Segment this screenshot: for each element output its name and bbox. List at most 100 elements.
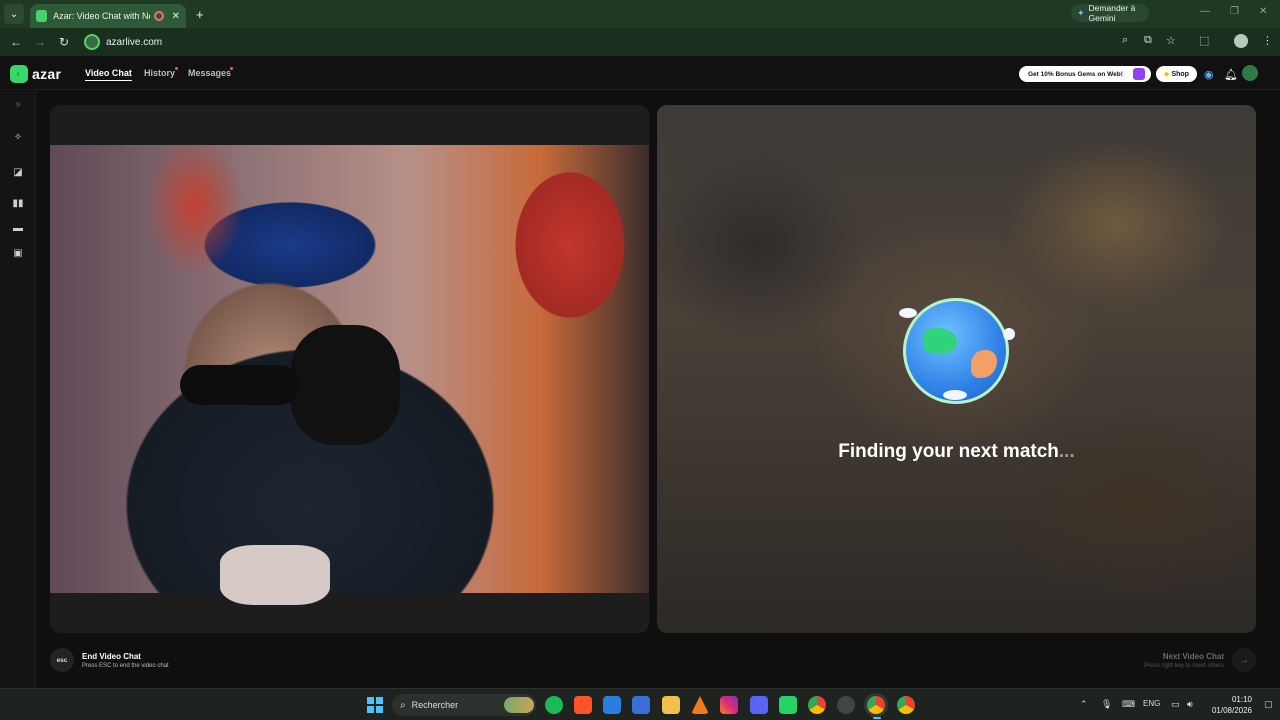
vlc-icon[interactable] [691, 696, 709, 714]
restore-icon[interactable]: ❐ [1230, 6, 1239, 17]
tab-title: Azar: Video Chat with New [53, 11, 151, 21]
menu-kebab-icon[interactable]: ⋮ [1262, 34, 1273, 47]
minimize-icon[interactable]: — [1200, 6, 1210, 17]
windows-taskbar: ⌕ Rechercher ⌃ 🎙︎ ⌨ ENG ▭ 🔊︎ 01:10 01/08… [0, 688, 1280, 720]
close-window-icon[interactable]: ✕ [1259, 6, 1267, 17]
search-label: Rechercher [411, 700, 459, 710]
search-highlight-image [504, 697, 534, 713]
notifications-icon[interactable]: ▢ [1264, 699, 1273, 710]
azar-favicon-icon [36, 10, 48, 22]
bonus-gems-button[interactable]: Get 10% Bonus Gems on Web! [1019, 66, 1151, 82]
globe-cloud [1003, 328, 1015, 340]
browser-tab[interactable]: Azar: Video Chat with New ✕ [30, 4, 186, 28]
end-chat-title: End Video Chat [82, 651, 141, 661]
gem-icon: ◆ [1164, 71, 1170, 78]
nav-video-chat[interactable]: Video Chat [85, 68, 132, 81]
shop-button[interactable]: ◆ Shop [1156, 66, 1197, 82]
clock-time: 01:10 [1231, 695, 1252, 704]
chrome-active-icon[interactable] [867, 696, 885, 714]
clock[interactable]: 01:10 01/08/2026 [1206, 694, 1252, 716]
site-info-icon[interactable] [84, 34, 100, 50]
my-camera-feed [50, 145, 649, 605]
layout-pip-icon[interactable]: ▣ [12, 248, 24, 260]
globe-cloud [943, 390, 967, 400]
recording-icon [154, 11, 164, 21]
browser-tabbar: ⌄ Azar: Video Chat with New ✕ + ✦ Demand… [0, 0, 1280, 28]
profile-avatar[interactable] [1234, 34, 1248, 48]
expand-rail-icon[interactable]: » [12, 99, 24, 111]
app-header: ◐ azar Video Chat History Messages Get 1… [0, 56, 1280, 90]
active-app-indicator [873, 717, 881, 719]
tab-list-button[interactable]: ⌄ [4, 4, 24, 24]
gemini-label: Demander à Gemini [1088, 3, 1136, 23]
next-chat-hint: Press right key to meet others [1144, 662, 1224, 669]
bookmark-star-icon[interactable]: ☆ [1166, 34, 1176, 47]
address-bar[interactable]: azarlive.com [82, 32, 1192, 52]
chrome-profile-icon[interactable] [837, 696, 855, 714]
nav-messages[interactable]: Messages [188, 68, 231, 78]
discord-icon[interactable] [750, 696, 768, 714]
shirt-print-shape [220, 545, 330, 605]
extensions-icon[interactable]: ⬚ [1199, 34, 1209, 47]
network-icon[interactable]: ▭ [1171, 699, 1180, 710]
next-video-chat-control[interactable]: Next Video Chat Press right key to meet … [1144, 648, 1256, 672]
finding-match-text: Finding your next match... [657, 441, 1256, 463]
file-explorer-icon[interactable] [662, 696, 680, 714]
gemini-button[interactable]: ✦ Demander à Gemini [1071, 3, 1149, 23]
brave-icon[interactable] [574, 696, 592, 714]
gemini-spark-icon: ✦ [1077, 7, 1085, 18]
headphones-shape [290, 325, 400, 445]
tray-overflow-icon[interactable]: ⌃ [1080, 699, 1088, 710]
microphone-icon[interactable]: 🎙︎ [1101, 699, 1112, 710]
globe-land-orange [971, 350, 997, 378]
bell-icon[interactable]: 🔔︎ [1224, 68, 1238, 81]
left-rail: » ✧ ◪ ▮▮ ▬ ▣ [0, 91, 36, 688]
magic-wand-icon[interactable]: ✧ [12, 132, 24, 144]
partner-video-panel: Finding your next match... [657, 105, 1256, 633]
chrome-alt-icon[interactable] [897, 696, 915, 714]
globe-icon [899, 298, 1015, 404]
messages-notification-dot [230, 67, 233, 70]
my-video-panel [50, 105, 649, 633]
logo-text: azar [32, 66, 62, 82]
reload-icon[interactable]: ↻ [52, 35, 76, 49]
end-chat-hint: Press ESC to end the video chat [82, 662, 169, 669]
layout-split-horizontal-icon[interactable]: ▬ [12, 223, 24, 235]
shop-label: Shop [1171, 70, 1189, 78]
azar-logo[interactable]: ◐ azar [10, 65, 61, 83]
esc-key-button[interactable]: esc [50, 648, 74, 672]
back-icon[interactable]: ← [4, 35, 28, 49]
search-icon: ⌕ [400, 699, 406, 711]
store-icon[interactable] [632, 696, 650, 714]
nav-history[interactable]: History [144, 68, 175, 78]
layout-split-vertical-icon[interactable]: ▮▮ [12, 198, 24, 210]
new-tab-button[interactable]: + [196, 7, 204, 22]
end-video-chat-control[interactable]: esc End Video Chat Press ESC to end the … [50, 648, 169, 672]
forward-icon[interactable]: → [28, 35, 52, 49]
close-tab-icon[interactable]: ✕ [172, 11, 180, 22]
volume-icon[interactable]: 🔊︎ [1187, 699, 1193, 710]
finding-label: Finding your next match [838, 441, 1059, 462]
keyboard-icon[interactable]: ⌨ [1122, 699, 1135, 710]
chrome-icon[interactable] [808, 696, 826, 714]
filter-icon[interactable]: ◪ [12, 167, 24, 179]
sunglasses-shape [180, 365, 300, 405]
windows-start-icon[interactable] [367, 697, 383, 713]
whatsapp-icon[interactable] [779, 696, 797, 714]
azar-logo-icon: ◐ [10, 65, 28, 83]
finding-dots: ... [1058, 441, 1075, 462]
browser-toolbar: ← → ↻ azarlive.com ⌕ ⧉ ☆ ⬚ ⋮ [0, 28, 1280, 56]
instagram-icon[interactable] [720, 696, 738, 714]
zoom-icon[interactable]: ⌕ [1122, 34, 1128, 47]
arrow-right-icon[interactable]: → [1232, 648, 1256, 672]
bonus-label: Get 10% Bonus Gems on Web! [1028, 70, 1123, 78]
wallet-icon[interactable]: ◉ [1204, 68, 1214, 81]
url-text: azarlive.com [106, 36, 163, 48]
user-avatar[interactable] [1242, 65, 1258, 81]
spotify-icon[interactable] [545, 696, 563, 714]
defender-icon[interactable] [603, 696, 621, 714]
globe-land-green [923, 328, 957, 354]
language-indicator[interactable]: ENG [1143, 699, 1160, 708]
taskbar-search[interactable]: ⌕ Rechercher [392, 694, 536, 716]
install-app-icon[interactable]: ⧉ [1144, 34, 1152, 47]
